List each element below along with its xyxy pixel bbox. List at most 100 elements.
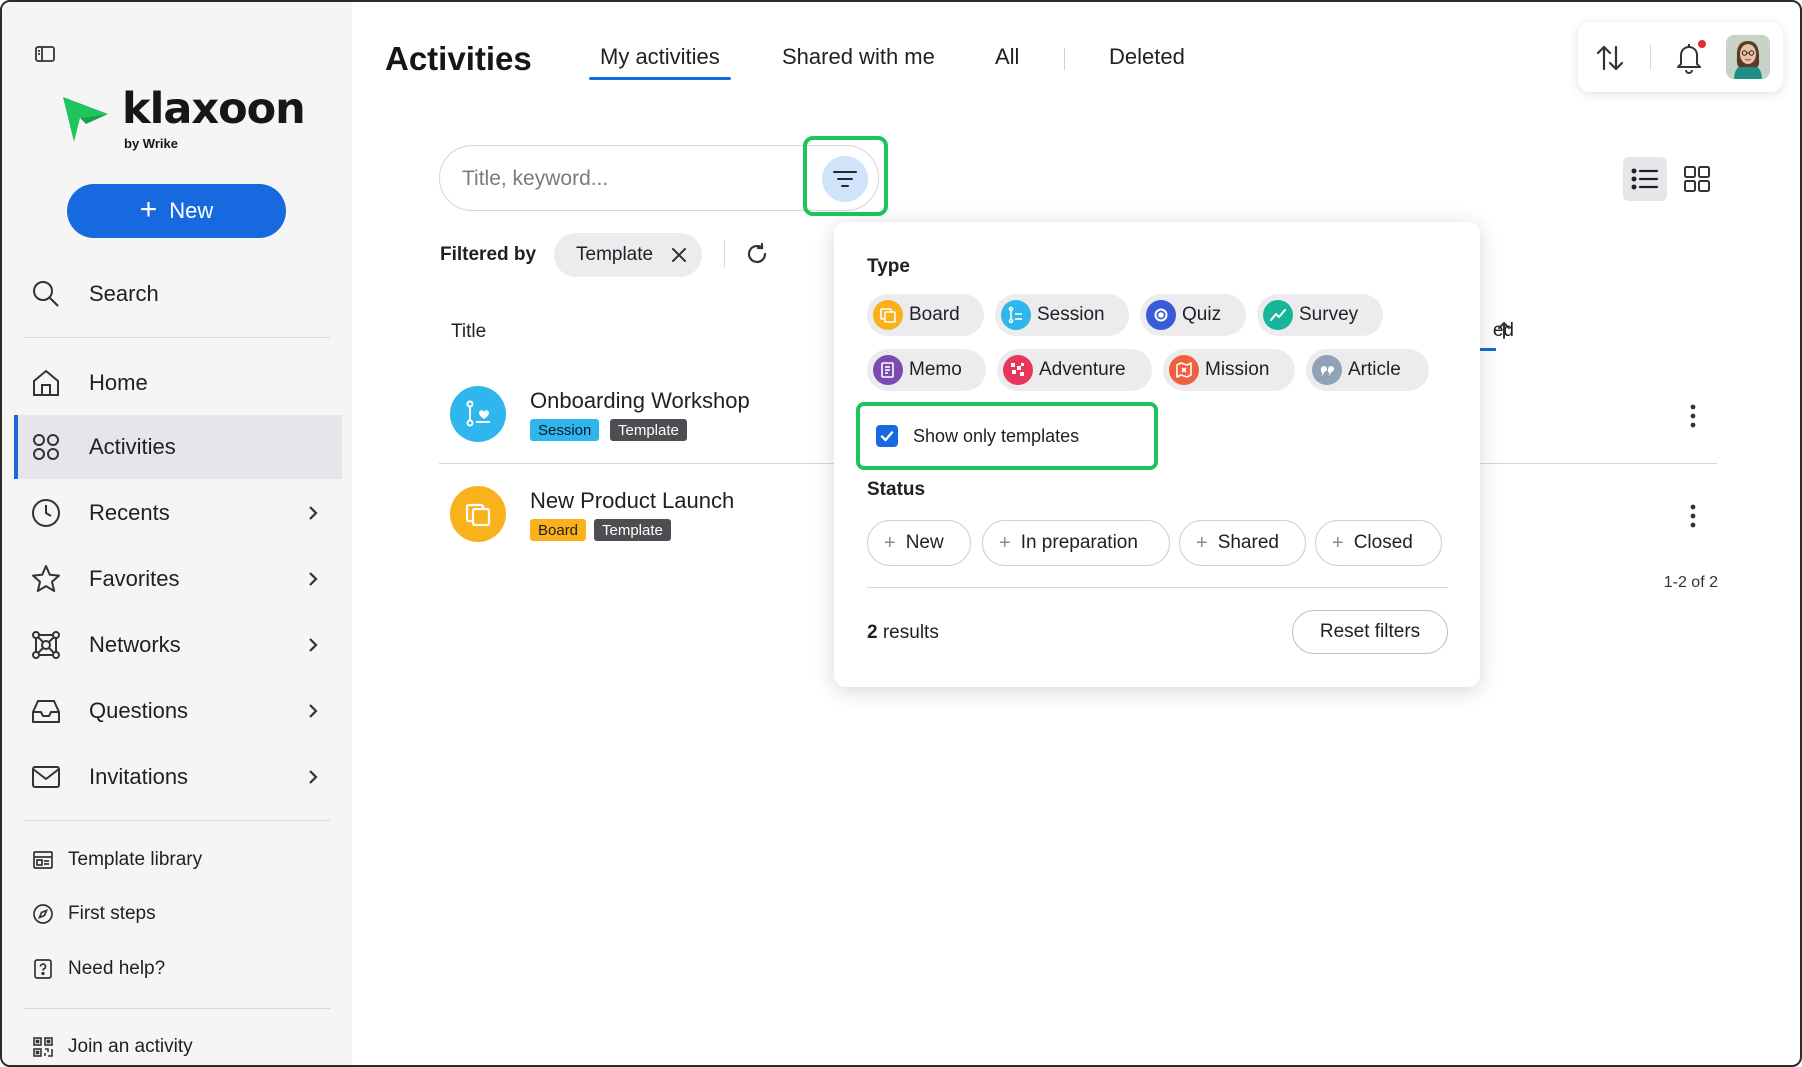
plus-icon: + bbox=[1332, 531, 1344, 554]
envelope-icon bbox=[30, 761, 62, 793]
brand-name: klaxoon bbox=[122, 84, 306, 134]
list-view-button[interactable] bbox=[1623, 157, 1667, 201]
search-input[interactable] bbox=[462, 164, 762, 194]
sidebar-item-networks[interactable]: Networks bbox=[14, 613, 342, 677]
qr-code-icon bbox=[32, 1036, 54, 1058]
star-icon bbox=[30, 563, 62, 595]
sidebar-divider bbox=[24, 337, 330, 338]
notification-dot bbox=[1698, 40, 1706, 48]
active-filter-chip[interactable]: Template bbox=[554, 233, 702, 277]
status-chip-new[interactable]: + New bbox=[867, 520, 971, 566]
filter-divider bbox=[724, 240, 725, 268]
sidebar-item-label: Favorites bbox=[89, 566, 180, 591]
tab-shared-with-me[interactable]: Shared with me bbox=[782, 44, 935, 70]
board-icon bbox=[450, 486, 506, 542]
sidebar-toggle-icon[interactable] bbox=[33, 42, 57, 66]
type-chip-adventure[interactable]: Adventure bbox=[997, 349, 1152, 391]
activities-icon bbox=[30, 431, 62, 463]
sidebar-item-recents[interactable]: Recents bbox=[14, 481, 342, 545]
board-icon bbox=[873, 300, 903, 330]
status-chip-shared[interactable]: + Shared bbox=[1179, 520, 1306, 566]
filter-button[interactable] bbox=[822, 156, 868, 202]
type-chip-quiz[interactable]: Quiz bbox=[1140, 294, 1246, 336]
type-badge: Board bbox=[530, 519, 587, 541]
sidebar-divider bbox=[24, 1008, 330, 1009]
need-help-link[interactable]: Need help? bbox=[32, 955, 165, 983]
help-icon bbox=[32, 958, 54, 980]
filter-icon bbox=[832, 168, 858, 190]
type-chip-memo[interactable]: Memo bbox=[867, 349, 986, 391]
template-library-link[interactable]: Template library bbox=[32, 846, 202, 874]
sidebar-item-home[interactable]: Home bbox=[14, 351, 342, 415]
plus-icon: + bbox=[139, 192, 158, 226]
sidebar-item-favorites[interactable]: Favorites bbox=[14, 547, 342, 611]
chevron-right-icon bbox=[306, 504, 320, 522]
type-heading: Type bbox=[867, 256, 910, 277]
session-icon bbox=[1001, 300, 1031, 330]
show-templates-checkbox[interactable] bbox=[876, 425, 898, 447]
status-chip-closed[interactable]: + Closed bbox=[1315, 520, 1442, 566]
first-steps-link[interactable]: First steps bbox=[32, 900, 156, 928]
arrow-up-icon[interactable] bbox=[1496, 320, 1512, 340]
column-header-title[interactable]: Title bbox=[451, 321, 486, 343]
new-button[interactable]: + New bbox=[67, 184, 286, 238]
type-chip-article[interactable]: Article bbox=[1306, 349, 1429, 391]
tab-all[interactable]: All bbox=[995, 44, 1019, 70]
show-templates-label[interactable]: Show only templates bbox=[913, 426, 1079, 447]
quiz-icon bbox=[1146, 300, 1176, 330]
status-chip-label: In preparation bbox=[1020, 532, 1138, 553]
type-chip-board[interactable]: Board bbox=[867, 294, 984, 336]
join-activity-link[interactable]: Join an activity bbox=[32, 1033, 193, 1061]
grid-view-button[interactable] bbox=[1678, 160, 1716, 198]
sort-arrows-icon[interactable] bbox=[1594, 42, 1626, 74]
close-icon[interactable] bbox=[670, 246, 688, 264]
search-icon bbox=[30, 278, 62, 310]
sidebar-item-search[interactable]: Search bbox=[14, 262, 342, 326]
tab-deleted[interactable]: Deleted bbox=[1109, 44, 1185, 70]
type-chip-label: Survey bbox=[1299, 304, 1359, 325]
tab-divider bbox=[1064, 48, 1065, 70]
sidebar-item-questions[interactable]: Questions bbox=[14, 679, 342, 743]
reset-filters-button[interactable]: Reset filters bbox=[1292, 610, 1448, 654]
need-help-label: Need help? bbox=[68, 958, 166, 979]
tab-my-activities[interactable]: My activities bbox=[589, 44, 731, 80]
activity-name[interactable]: Onboarding Workshop bbox=[530, 388, 750, 414]
page-title: Activities bbox=[385, 40, 532, 77]
sidebar-item-label: Home bbox=[89, 370, 148, 395]
reset-icon[interactable] bbox=[744, 241, 770, 267]
popover-divider bbox=[867, 587, 1448, 588]
memo-icon bbox=[873, 355, 903, 385]
sidebar-item-invitations[interactable]: Invitations bbox=[14, 745, 342, 809]
compass-icon bbox=[32, 903, 54, 925]
plus-icon: + bbox=[1196, 531, 1208, 554]
type-chip-session[interactable]: Session bbox=[995, 294, 1129, 336]
sidebar-item-activities[interactable]: Activities bbox=[14, 415, 342, 479]
sidebar-item-label: Questions bbox=[89, 698, 189, 723]
type-chip-label: Quiz bbox=[1182, 304, 1222, 325]
activity-name[interactable]: New Product Launch bbox=[530, 488, 734, 514]
template-library-icon bbox=[32, 849, 54, 871]
type-chip-label: Memo bbox=[909, 359, 962, 380]
klaxoon-logo[interactable]: klaxoon by Wrike bbox=[60, 84, 306, 152]
more-options-icon[interactable] bbox=[1686, 502, 1700, 530]
avatar[interactable] bbox=[1726, 35, 1770, 79]
active-filter-chip-label: Template bbox=[576, 244, 654, 265]
top-right-toolbar bbox=[1578, 22, 1783, 92]
type-chip-mission[interactable]: Mission bbox=[1163, 349, 1295, 391]
type-chip-survey[interactable]: Survey bbox=[1257, 294, 1383, 336]
more-options-icon[interactable] bbox=[1686, 402, 1700, 430]
checkmark-icon bbox=[879, 428, 895, 444]
sidebar-divider bbox=[24, 820, 330, 821]
survey-icon bbox=[1263, 300, 1293, 330]
sidebar-item-label: Networks bbox=[89, 632, 181, 657]
plus-icon: + bbox=[999, 531, 1011, 554]
type-chip-label: Adventure bbox=[1039, 359, 1126, 380]
clock-icon bbox=[30, 497, 62, 529]
status-chip-label: Closed bbox=[1353, 532, 1413, 553]
session-icon bbox=[450, 386, 506, 442]
status-chip-label: New bbox=[905, 532, 944, 553]
status-heading: Status bbox=[867, 479, 926, 500]
new-button-label: New bbox=[169, 198, 214, 223]
network-icon bbox=[30, 629, 62, 661]
status-chip-in-preparation[interactable]: + In preparation bbox=[982, 520, 1170, 566]
